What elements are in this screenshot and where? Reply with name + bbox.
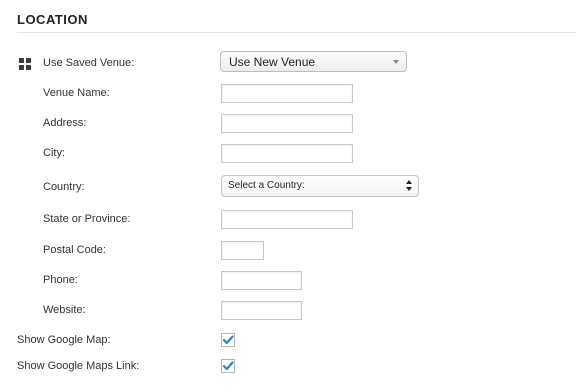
city-input[interactable] [221, 144, 353, 163]
website-input[interactable] [221, 301, 302, 320]
state-row: State or Province: [0, 207, 576, 231]
show-link-label: Show Google Maps Link: [17, 360, 140, 372]
state-input[interactable] [221, 210, 353, 229]
address-input[interactable] [221, 114, 353, 133]
city-row: City: [0, 141, 576, 165]
postal-code-label: Postal Code: [43, 244, 106, 256]
show-map-label: Show Google Map: [17, 334, 111, 346]
location-section-title: LOCATION [17, 12, 88, 27]
select-updown-icon [406, 180, 413, 192]
show-link-checkbox[interactable] [221, 359, 235, 373]
address-label: Address: [43, 117, 87, 129]
show-link-row: Show Google Maps Link: [0, 354, 576, 378]
venue-name-label: Venue Name: [43, 87, 110, 99]
country-selected: Select a Country: [228, 180, 305, 191]
checkmark-icon [222, 361, 234, 371]
website-row: Website: [0, 298, 576, 322]
grid-icon [19, 58, 31, 70]
address-row: Address: [0, 111, 576, 135]
show-map-row: Show Google Map: [0, 328, 576, 352]
venue-name-row: Venue Name: [0, 81, 576, 105]
country-row: Country: Select a Country: [0, 175, 576, 199]
website-label: Website: [43, 304, 86, 316]
country-select[interactable]: Select a Country: [221, 175, 419, 197]
chevron-down-icon [393, 60, 399, 64]
phone-label: Phone: [43, 274, 78, 286]
saved-venue-selected: Use New Venue [229, 55, 316, 69]
checkmark-icon [222, 335, 234, 345]
city-label: City: [43, 147, 65, 159]
phone-input[interactable] [221, 271, 302, 290]
venue-name-input[interactable] [221, 84, 353, 103]
show-map-checkbox[interactable] [221, 333, 235, 347]
country-label: Country: [43, 181, 85, 193]
postal-code-row: Postal Code: [0, 238, 576, 262]
phone-row: Phone: [0, 268, 576, 292]
use-saved-venue-label: Use Saved Venue: [43, 57, 135, 69]
venue-row: Use Saved Venue: Use New Venue [0, 51, 576, 75]
saved-venue-select[interactable]: Use New Venue [220, 51, 407, 72]
postal-code-input[interactable] [221, 241, 264, 260]
state-label: State or Province: [43, 213, 131, 225]
section-divider [17, 32, 576, 33]
